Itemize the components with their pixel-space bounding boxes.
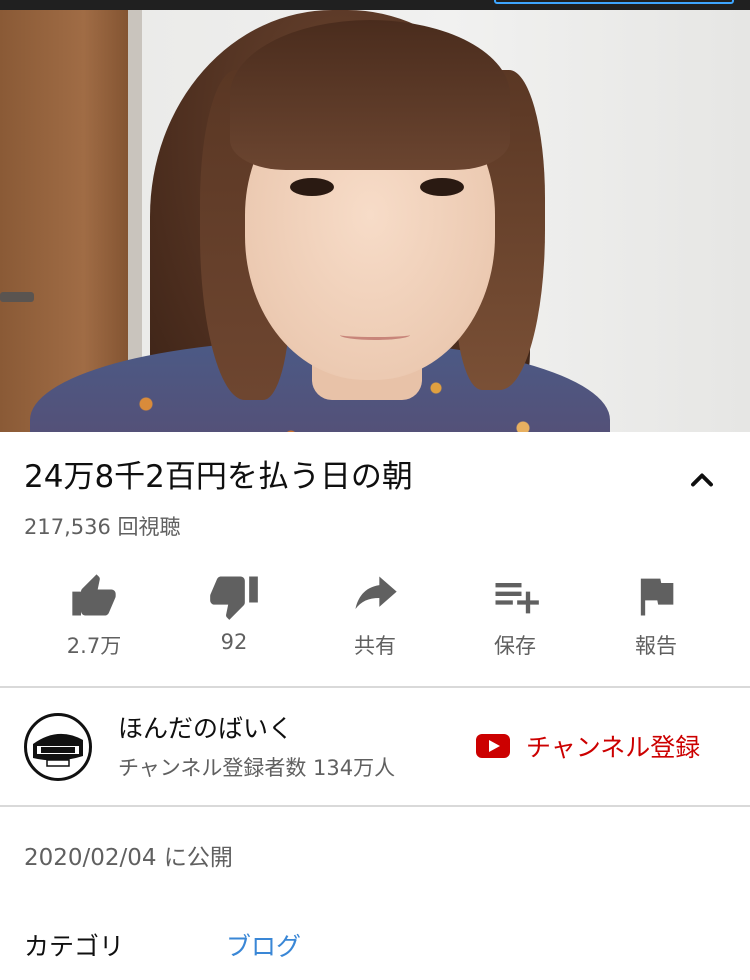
thumbs-up-icon: [72, 574, 116, 616]
video-scene-mouth: [340, 330, 410, 340]
share-label: 共有: [354, 634, 396, 658]
dislike-count: 92: [220, 630, 248, 654]
like-button[interactable]: 2.7万: [34, 570, 154, 660]
dislike-button[interactable]: 92: [174, 570, 294, 654]
report-label: 報告: [635, 634, 677, 658]
status-bar: [0, 0, 750, 10]
channel-name[interactable]: ほんだのばいく: [118, 709, 293, 745]
publish-date: 2020/02/04 に公開: [24, 845, 233, 871]
chevron-up-icon[interactable]: [684, 462, 720, 498]
category-label: カテゴリ: [24, 932, 125, 961]
video-scene-handle: [0, 292, 34, 302]
category-link[interactable]: ブログ: [226, 927, 301, 963]
subscriber-count: チャンネル登録者数 134万人: [118, 756, 396, 780]
save-button[interactable]: 保存: [455, 570, 575, 660]
subscribe-button[interactable]: チャンネル登録: [476, 726, 700, 766]
video-scene-eye-left: [290, 178, 334, 196]
youtube-play-icon: [476, 734, 510, 758]
video-title: 24万8千2百円を払う日の朝: [24, 459, 413, 495]
channel-avatar[interactable]: [24, 713, 92, 781]
divider: [0, 686, 750, 688]
flag-icon: [640, 578, 674, 616]
playlist-add-icon: [495, 583, 539, 614]
video-scene-eye-right: [420, 178, 464, 196]
focus-outline: [494, 0, 734, 4]
video-scene-bangs: [230, 20, 510, 170]
report-button[interactable]: 報告: [596, 570, 716, 660]
divider: [0, 805, 750, 807]
video-player[interactable]: [0, 10, 750, 432]
view-count: 217,536 回視聴: [24, 515, 181, 539]
share-button[interactable]: 共有: [315, 570, 435, 660]
subscribe-label: チャンネル登録: [526, 733, 701, 762]
helmet-logo-icon: [28, 717, 88, 777]
thumbs-down-icon: [210, 576, 258, 620]
like-count: 2.7万: [66, 634, 122, 658]
save-label: 保存: [494, 634, 536, 658]
share-arrow-icon: [355, 576, 397, 609]
action-bar: 2.7万 92 共有 保存 報告: [0, 570, 750, 670]
